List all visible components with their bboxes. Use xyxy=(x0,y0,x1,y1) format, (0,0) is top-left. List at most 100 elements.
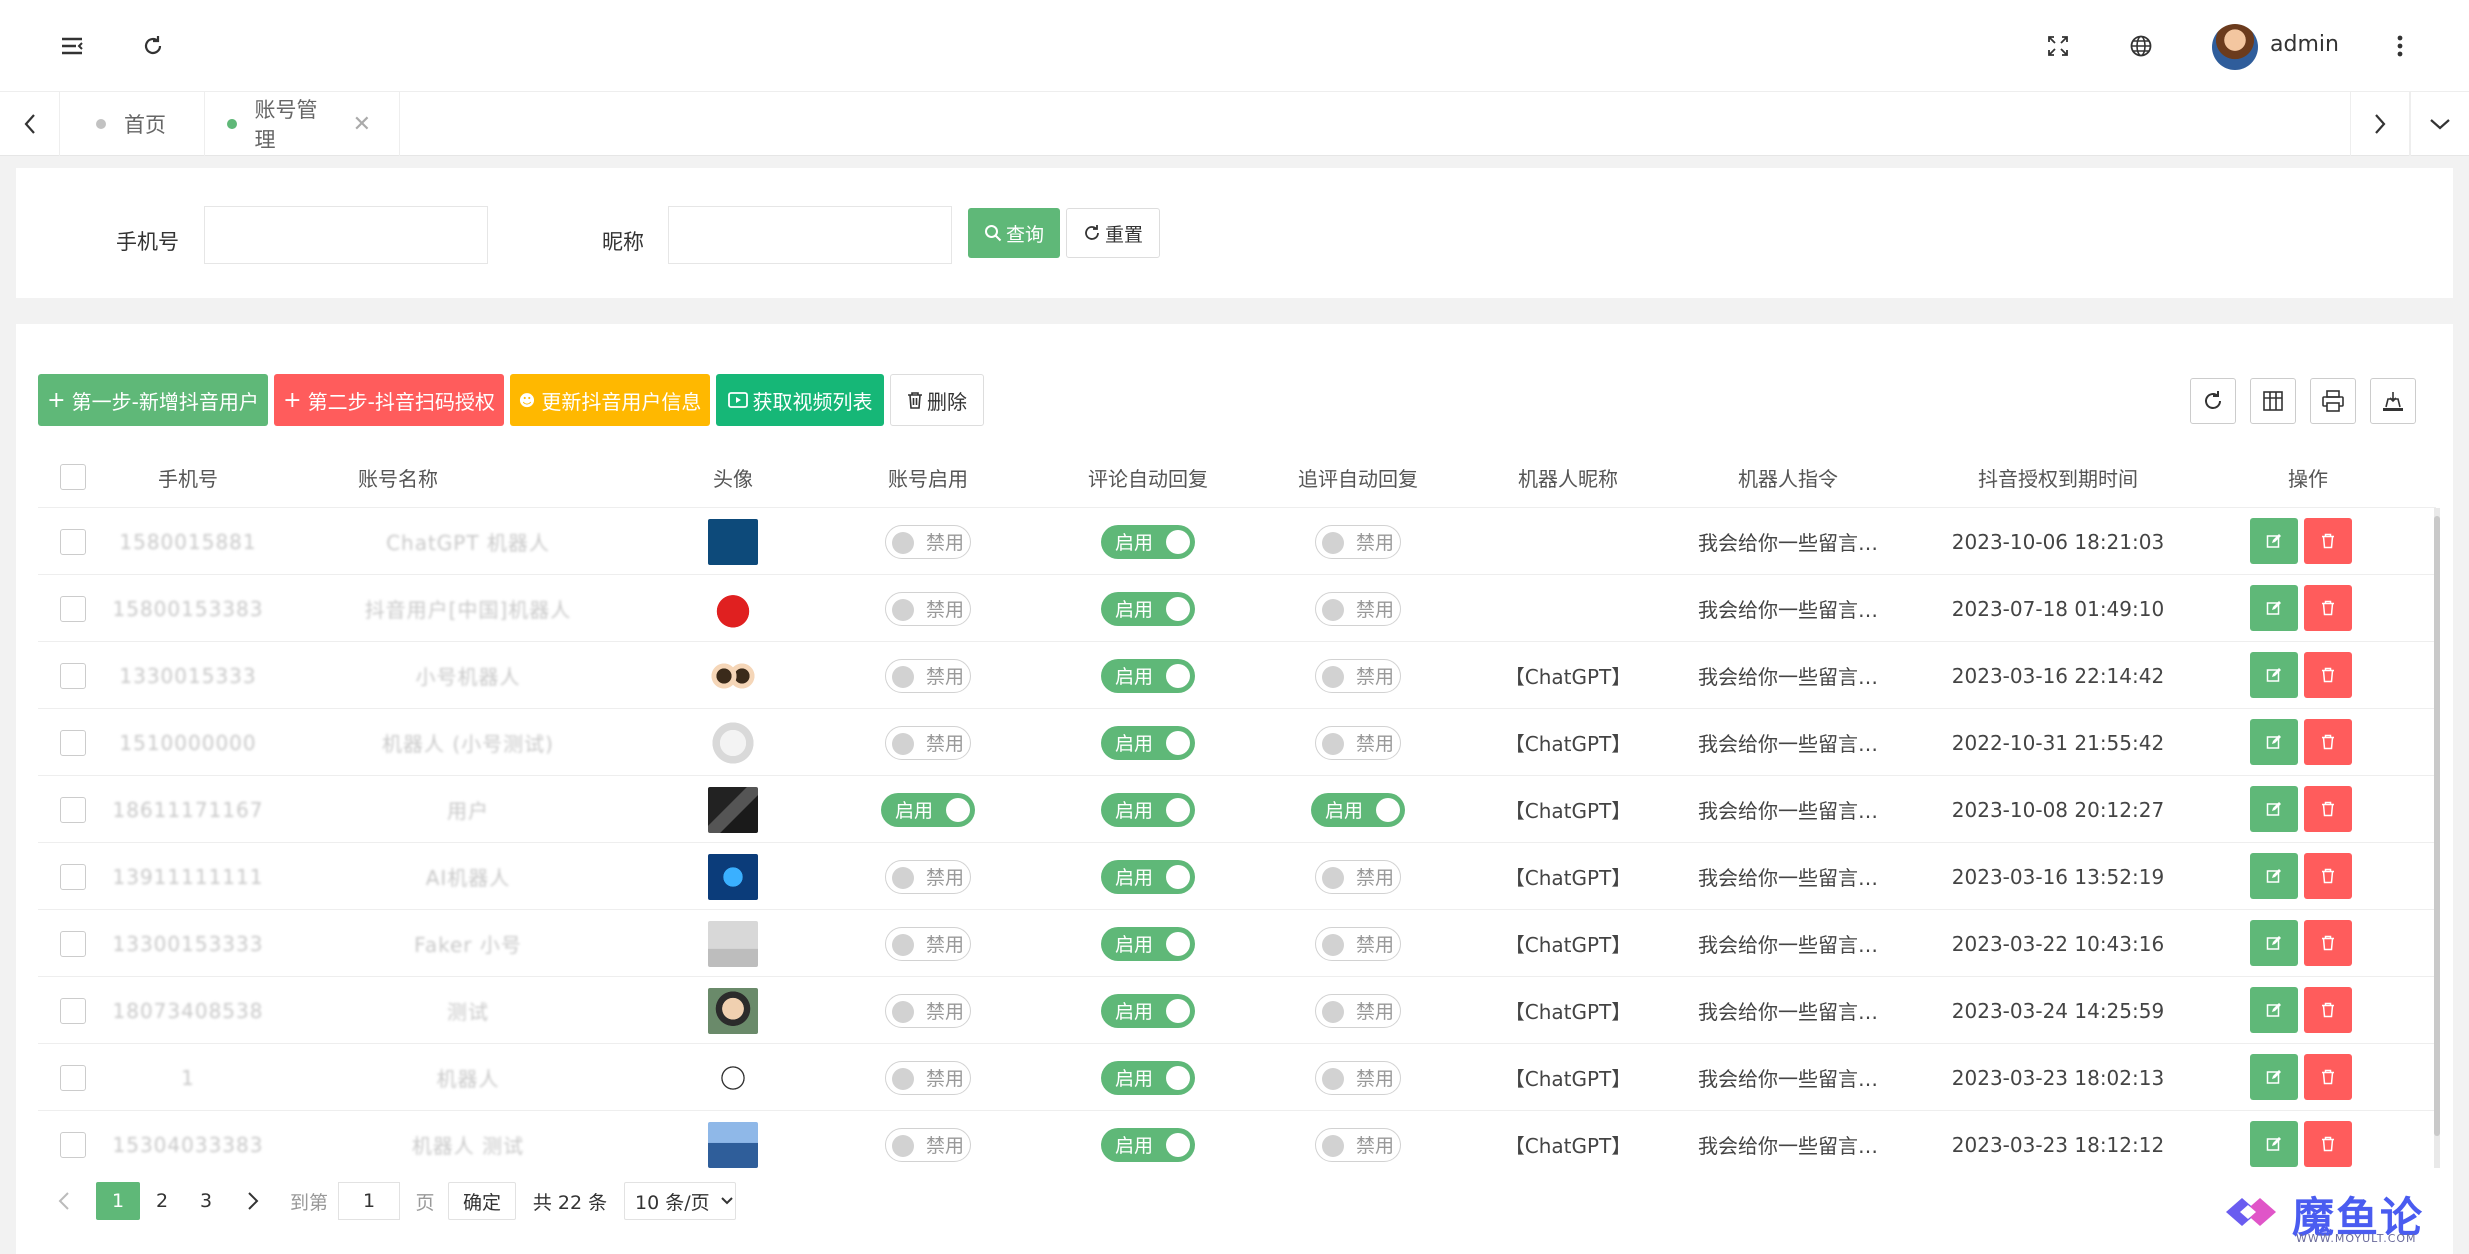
fetch-video-list-button[interactable]: 获取视频列表 xyxy=(716,374,884,426)
add-douyin-user-button[interactable]: + 第一步-新增抖音用户 xyxy=(38,374,268,426)
avatar-image[interactable] xyxy=(708,585,758,632)
phone-input[interactable] xyxy=(204,206,488,264)
row-select-cell[interactable] xyxy=(38,709,108,776)
username[interactable]: admin xyxy=(2270,32,2339,57)
follow-reply-switch[interactable]: 启用 xyxy=(1311,792,1405,827)
tab-home[interactable]: 首页 xyxy=(60,92,205,156)
scan-auth-button[interactable]: + 第二步-抖音扫码授权 xyxy=(274,374,504,426)
next-page-icon[interactable] xyxy=(238,1182,268,1220)
user-avatar[interactable] xyxy=(2212,24,2258,70)
delete-button[interactable]: 删除 xyxy=(890,374,984,426)
avatar-image[interactable] xyxy=(708,652,758,699)
export-icon[interactable] xyxy=(2370,378,2416,424)
delete-row-button[interactable] xyxy=(2304,920,2352,966)
menu-toggle-icon[interactable] xyxy=(52,26,92,66)
row-select-cell[interactable] xyxy=(38,776,108,843)
goto-confirm-button[interactable]: 确定 xyxy=(448,1182,516,1220)
edit-button[interactable] xyxy=(2250,1121,2298,1167)
delete-row-button[interactable] xyxy=(2304,518,2352,564)
comment-reply-switch[interactable]: 启用 xyxy=(1101,859,1195,894)
tabs-dropdown-icon[interactable] xyxy=(2410,92,2469,156)
avatar-image[interactable] xyxy=(708,1121,758,1168)
reset-button[interactable]: 重置 xyxy=(1066,208,1160,258)
follow-reply-switch[interactable]: 禁用 xyxy=(1315,524,1401,559)
row-checkbox[interactable] xyxy=(60,930,86,957)
table-refresh-icon[interactable] xyxy=(2190,378,2236,424)
row-checkbox[interactable] xyxy=(60,796,86,823)
follow-reply-switch[interactable]: 禁用 xyxy=(1315,1127,1401,1162)
row-checkbox[interactable] xyxy=(60,997,86,1024)
account-enable-switch[interactable]: 启用 xyxy=(881,792,975,827)
table-scrollbar-thumb[interactable] xyxy=(2434,516,2440,1136)
avatar-image[interactable] xyxy=(708,786,758,833)
edit-button[interactable] xyxy=(2250,585,2298,631)
nickname-input[interactable] xyxy=(668,206,952,264)
comment-reply-switch[interactable]: 启用 xyxy=(1101,1060,1195,1095)
page-size-select[interactable]: 10 条/页 xyxy=(624,1182,736,1220)
follow-reply-switch[interactable]: 禁用 xyxy=(1315,859,1401,894)
account-enable-switch[interactable]: 禁用 xyxy=(885,524,971,559)
delete-row-button[interactable] xyxy=(2304,719,2352,765)
account-enable-switch[interactable]: 禁用 xyxy=(885,658,971,693)
delete-row-button[interactable] xyxy=(2304,1054,2352,1100)
fullscreen-icon[interactable] xyxy=(2038,26,2078,66)
select-all-cell[interactable] xyxy=(38,446,108,508)
follow-reply-switch[interactable]: 禁用 xyxy=(1315,591,1401,626)
prev-page-icon[interactable] xyxy=(52,1182,76,1220)
delete-row-button[interactable] xyxy=(2304,853,2352,899)
page-2[interactable]: 2 xyxy=(142,1182,182,1220)
table-scrollbar[interactable] xyxy=(2434,508,2440,1168)
follow-reply-switch[interactable]: 禁用 xyxy=(1315,926,1401,961)
language-globe-icon[interactable] xyxy=(2121,26,2161,66)
account-enable-switch[interactable]: 禁用 xyxy=(885,1060,971,1095)
account-enable-switch[interactable]: 禁用 xyxy=(885,591,971,626)
account-enable-switch[interactable]: 禁用 xyxy=(885,993,971,1028)
edit-button[interactable] xyxy=(2250,786,2298,832)
goto-page-input[interactable]: 1 xyxy=(338,1182,400,1220)
edit-button[interactable] xyxy=(2250,853,2298,899)
edit-button[interactable] xyxy=(2250,987,2298,1033)
edit-button[interactable] xyxy=(2250,1054,2298,1100)
follow-reply-switch[interactable]: 禁用 xyxy=(1315,658,1401,693)
select-all-checkbox[interactable] xyxy=(60,464,86,490)
tab-account-management[interactable]: 账号管理 ✕ xyxy=(205,92,400,156)
delete-row-button[interactable] xyxy=(2304,786,2352,832)
page-1[interactable]: 1 xyxy=(96,1182,140,1220)
account-enable-switch[interactable]: 禁用 xyxy=(885,725,971,760)
row-checkbox[interactable] xyxy=(60,1131,86,1158)
avatar-image[interactable] xyxy=(708,518,758,565)
row-checkbox[interactable] xyxy=(60,528,86,555)
edit-button[interactable] xyxy=(2250,652,2298,698)
comment-reply-switch[interactable]: 启用 xyxy=(1101,591,1195,626)
update-user-info-button[interactable]: ☻ 更新抖音用户信息 xyxy=(510,374,710,426)
avatar-image[interactable] xyxy=(708,1054,758,1101)
row-checkbox[interactable] xyxy=(60,662,86,689)
row-select-cell[interactable] xyxy=(38,843,108,910)
comment-reply-switch[interactable]: 启用 xyxy=(1101,993,1195,1028)
row-select-cell[interactable] xyxy=(38,1111,108,1168)
comment-reply-switch[interactable]: 启用 xyxy=(1101,926,1195,961)
print-icon[interactable] xyxy=(2310,378,2356,424)
row-select-cell[interactable] xyxy=(38,977,108,1044)
avatar-image[interactable] xyxy=(708,719,758,766)
edit-button[interactable] xyxy=(2250,719,2298,765)
row-select-cell[interactable] xyxy=(38,910,108,977)
row-select-cell[interactable] xyxy=(38,508,108,575)
avatar-image[interactable] xyxy=(708,920,758,967)
row-checkbox[interactable] xyxy=(60,863,86,890)
query-button[interactable]: 查询 xyxy=(968,208,1060,258)
row-checkbox[interactable] xyxy=(60,1064,86,1091)
row-select-cell[interactable] xyxy=(38,642,108,709)
delete-row-button[interactable] xyxy=(2304,585,2352,631)
account-enable-switch[interactable]: 禁用 xyxy=(885,926,971,961)
account-enable-switch[interactable]: 禁用 xyxy=(885,859,971,894)
comment-reply-switch[interactable]: 启用 xyxy=(1101,725,1195,760)
row-checkbox[interactable] xyxy=(60,595,86,622)
tab-close-icon[interactable]: ✕ xyxy=(353,112,371,137)
tabs-scroll-right-icon[interactable] xyxy=(2350,92,2410,156)
follow-reply-switch[interactable]: 禁用 xyxy=(1315,993,1401,1028)
edit-button[interactable] xyxy=(2250,518,2298,564)
comment-reply-switch[interactable]: 启用 xyxy=(1101,1127,1195,1162)
page-3[interactable]: 3 xyxy=(186,1182,226,1220)
comment-reply-switch[interactable]: 启用 xyxy=(1101,524,1195,559)
